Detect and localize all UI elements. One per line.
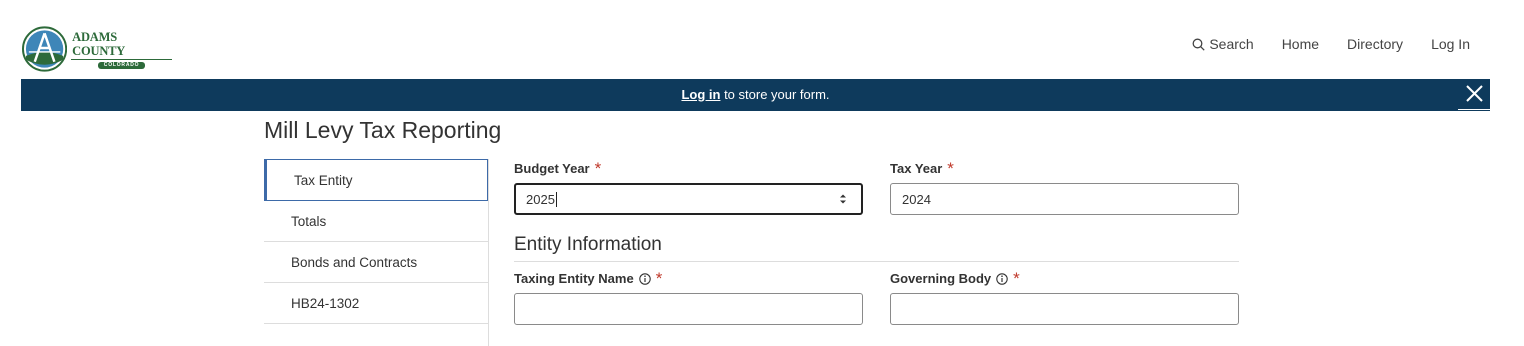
login-banner: Log in to store your form. (21, 79, 1490, 111)
text-caret (555, 191, 557, 207)
section-tab-tax-entity[interactable]: Tax Entity (264, 159, 488, 201)
banner-text: Log in to store your form. (21, 87, 1490, 102)
logo-name: ADAMS COUNTY (71, 30, 172, 60)
info-icon[interactable] (996, 272, 1008, 285)
banner-close-button[interactable] (1458, 81, 1490, 110)
section-tab-hb24-1302[interactable]: HB24-1302 (264, 283, 488, 324)
entity-information-heading: Entity Information (514, 234, 662, 255)
form-section-nav: Tax Entity Totals Bonds and Contracts HB… (264, 159, 489, 346)
banner-message: to store your form. (720, 87, 830, 102)
budget-year-value: 2025 (526, 191, 555, 207)
governing-body-label-text: Governing Body (890, 271, 992, 286)
tax-year-label-text: Tax Year (890, 161, 943, 176)
tax-year-label: Tax Year * (890, 159, 954, 178)
nav-directory[interactable]: Directory (1347, 36, 1403, 52)
info-icon[interactable] (638, 272, 651, 285)
governing-body-input[interactable] (890, 293, 1239, 325)
logo-text: ADAMS COUNTY COLORADO (71, 30, 172, 69)
taxing-entity-name-label-text: Taxing Entity Name (514, 271, 634, 286)
section-tab-totals[interactable]: Totals (264, 201, 488, 242)
section-divider (514, 261, 1239, 262)
required-marker: * (1013, 269, 1020, 288)
number-spinner-icon[interactable] (839, 193, 847, 205)
taxing-entity-name-label: Taxing Entity Name * (514, 269, 663, 288)
required-marker: * (655, 269, 663, 288)
tax-year-input[interactable]: 2024 (890, 183, 1239, 215)
banner-log-in-link[interactable]: Log in (681, 87, 720, 102)
top-nav: Search Home Directory Log In (1164, 36, 1470, 52)
county-seal-icon (22, 26, 68, 72)
site-header: ADAMS COUNTY COLORADO Search Home Direct… (0, 0, 1524, 79)
logo-subtitle: COLORADO (97, 61, 146, 69)
budget-year-label: Budget Year * (514, 159, 602, 178)
nav-home[interactable]: Home (1282, 36, 1319, 52)
section-tab-bonds-and-contracts[interactable]: Bonds and Contracts (264, 242, 488, 283)
search-icon (1192, 38, 1205, 51)
tax-year-value: 2024 (902, 191, 931, 207)
close-icon (1466, 85, 1483, 102)
budget-year-label-text: Budget Year (514, 161, 590, 176)
nav-search[interactable]: Search (1192, 36, 1254, 52)
page-title: Mill Levy Tax Reporting (264, 117, 502, 143)
budget-year-input[interactable]: 2025 (514, 183, 863, 215)
required-marker: * (947, 159, 954, 178)
taxing-entity-name-input[interactable] (514, 293, 863, 325)
nav-log-in[interactable]: Log In (1431, 36, 1470, 52)
nav-search-label: Search (1209, 36, 1254, 52)
adams-county-logo[interactable]: ADAMS COUNTY COLORADO (22, 26, 172, 72)
governing-body-label: Governing Body * (890, 269, 1020, 288)
required-marker: * (594, 159, 602, 178)
